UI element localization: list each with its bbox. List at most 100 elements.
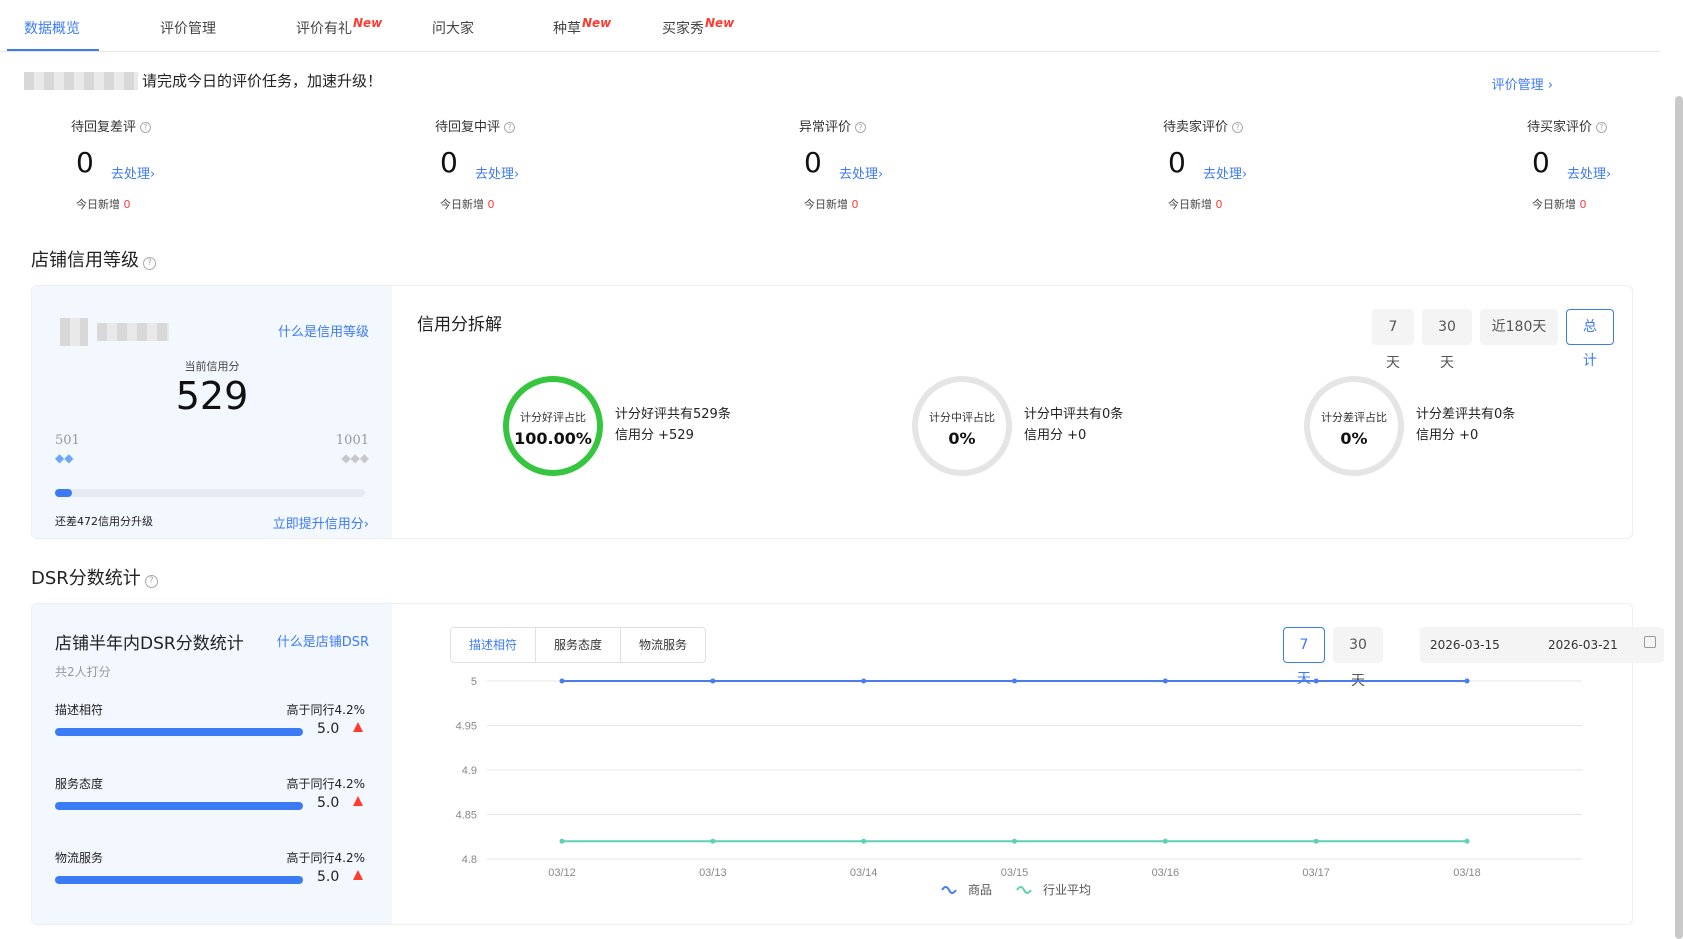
metric-tab-logistics[interactable]: 物流服务 [621, 628, 705, 662]
diamond-icon: ◆◆ [55, 451, 74, 465]
dsr-range-30d-button[interactable]: 30天 [1333, 627, 1383, 689]
x-tick-label: 03/15 [1001, 867, 1029, 879]
data-point [1162, 838, 1168, 844]
data-point [1012, 678, 1017, 684]
credit-panel: 什么是信用等级 当前信用分 529 501 1001 ◆◆ ◆◆◆ 还差472信… [31, 285, 1633, 539]
x-tick-label: 03/13 [699, 867, 727, 879]
tab-buyer-show[interactable]: 买家秀New [662, 16, 735, 52]
active-tab-indicator [7, 49, 99, 51]
process-button[interactable]: 去处理› [1567, 163, 1611, 182]
date-end: 2026-03-21 [1548, 638, 1618, 652]
range-total-button[interactable]: 总计 [1566, 309, 1614, 369]
dsr-range-7d-button[interactable]: 7天 [1283, 627, 1325, 687]
data-point [710, 838, 716, 844]
review-management-link[interactable]: 评价管理 › [1492, 74, 1553, 93]
data-point [1162, 678, 1168, 684]
metric-tab-description[interactable]: 描述相符 [451, 628, 537, 662]
date-start: 2026-03-15 [1430, 638, 1500, 652]
blurred-avatar [60, 318, 88, 346]
legend-label: 商品 [968, 882, 992, 897]
help-icon[interactable]: ? [1596, 122, 1608, 133]
calendar-icon [1644, 636, 1656, 648]
data-point [861, 838, 867, 844]
up-arrow-icon [353, 870, 363, 880]
new-badge: New [705, 16, 735, 30]
x-tick-label: 03/14 [850, 867, 878, 879]
y-tick-label: 4.95 [456, 721, 477, 733]
date-range-picker[interactable]: 2026-03-15 2026-03-21 [1420, 627, 1664, 663]
data-point [1012, 838, 1017, 844]
tab-review-gift[interactable]: 评价有礼New [296, 16, 383, 52]
x-tick-label: 03/18 [1453, 867, 1481, 879]
data-point [1313, 678, 1319, 684]
ratio-ring: 计分差评占比 0% [1304, 376, 1404, 476]
scrollbar[interactable] [1675, 96, 1683, 939]
range-30d-button[interactable]: 30天 [1422, 309, 1472, 371]
metric-tab-service[interactable]: 服务态度 [536, 628, 622, 662]
up-arrow-icon [353, 796, 363, 806]
data-point [1464, 838, 1470, 844]
range-180d-button[interactable]: 近180天 [1480, 309, 1558, 345]
legend-icon [1016, 886, 1032, 894]
dsr-line-chart: 5 4.95 4.9 4.85 4.8 03/12 03/13 03/14 03/15 03/16… [456, 676, 1582, 897]
level-min: 501 [55, 433, 80, 448]
remaining-text: 还差472信用分升级 [55, 515, 153, 528]
task-notice: 请完成今日的评价任务，加速升级！ [24, 70, 382, 91]
tab-ask-everyone[interactable]: 问大家 [432, 18, 474, 52]
y-tick-label: 4.8 [462, 854, 477, 866]
help-icon[interactable]: ? [144, 575, 158, 588]
blurred-level-name [97, 323, 169, 341]
tab-overview[interactable]: 数据概览 [24, 18, 80, 52]
process-button[interactable]: 去处理› [1203, 163, 1247, 182]
x-tick-label: 03/16 [1152, 867, 1180, 879]
data-point [710, 678, 716, 684]
help-icon[interactable]: ? [1232, 122, 1244, 133]
what-is-dsr-link[interactable]: 什么是店铺DSR [277, 631, 369, 650]
credit-progress-track [55, 489, 365, 497]
notice-text: 请完成今日的评价任务，加速升级！ [142, 72, 383, 90]
level-max: 1001 [335, 433, 369, 448]
score-bar [55, 876, 303, 884]
raters-count: 共2人打分 [55, 665, 111, 679]
y-tick-label: 4.9 [462, 765, 477, 777]
dsr-metric-tabs: 描述相符 服务态度 物流服务 [450, 627, 707, 663]
help-icon[interactable]: ? [504, 122, 516, 133]
blurred-shop-name [24, 71, 138, 90]
score-bar [55, 802, 303, 810]
credit-score: 529 [175, 374, 249, 418]
current-score-label: 当前信用分 [184, 360, 240, 373]
pending-bad-review: 待回复差评? 0 去处理› 今日新增 0 [71, 120, 156, 211]
new-badge: New [353, 16, 383, 30]
up-arrow-icon [353, 722, 363, 732]
tab-seeding[interactable]: 种草New [553, 16, 612, 52]
score-bar [55, 728, 303, 736]
data-point [1313, 838, 1319, 844]
credit-level-card: 什么是信用等级 当前信用分 529 501 1001 ◆◆ ◆◆◆ 还差472信… [32, 286, 392, 538]
dsr-card-title: 店铺半年内DSR分数统计 [55, 634, 244, 654]
what-is-credit-link[interactable]: 什么是信用等级 [278, 321, 369, 340]
legend-icon [941, 886, 957, 894]
help-icon[interactable]: ? [143, 257, 156, 270]
help-icon[interactable]: ? [855, 122, 867, 133]
top-tabs: 数据概览 评价管理 评价有礼New 问大家 种草New 买家秀New [0, 0, 1660, 52]
data-point [1464, 678, 1470, 684]
process-button[interactable]: 去处理› [111, 163, 155, 182]
pending-seller-review: 待卖家评价? 0 去处理› 今日新增 0 [1163, 120, 1248, 211]
x-tick-label: 03/17 [1302, 867, 1330, 879]
data-point [559, 678, 565, 684]
dsr-section-title: DSR分数统计? [31, 564, 158, 590]
data-point [861, 678, 867, 684]
help-icon[interactable]: ? [140, 122, 152, 133]
credit-progress-fill [55, 489, 73, 497]
diamond-icon: ◆◆◆ [341, 451, 369, 465]
data-point [559, 838, 565, 844]
process-button[interactable]: 去处理› [839, 163, 883, 182]
dsr-panel: 店铺半年内DSR分数统计 什么是店铺DSR 共2人打分 描述相符 高于同行4.2%… [31, 603, 1664, 925]
process-button[interactable]: 去处理› [475, 163, 519, 182]
y-tick-label: 5 [471, 676, 477, 688]
credit-section-title: 店铺信用等级? [31, 246, 156, 272]
range-7d-button[interactable]: 7天 [1372, 309, 1414, 371]
tab-review-management[interactable]: 评价管理 [160, 18, 216, 52]
new-badge: New [582, 16, 612, 30]
improve-credit-link[interactable]: 立即提升信用分› [273, 513, 369, 532]
